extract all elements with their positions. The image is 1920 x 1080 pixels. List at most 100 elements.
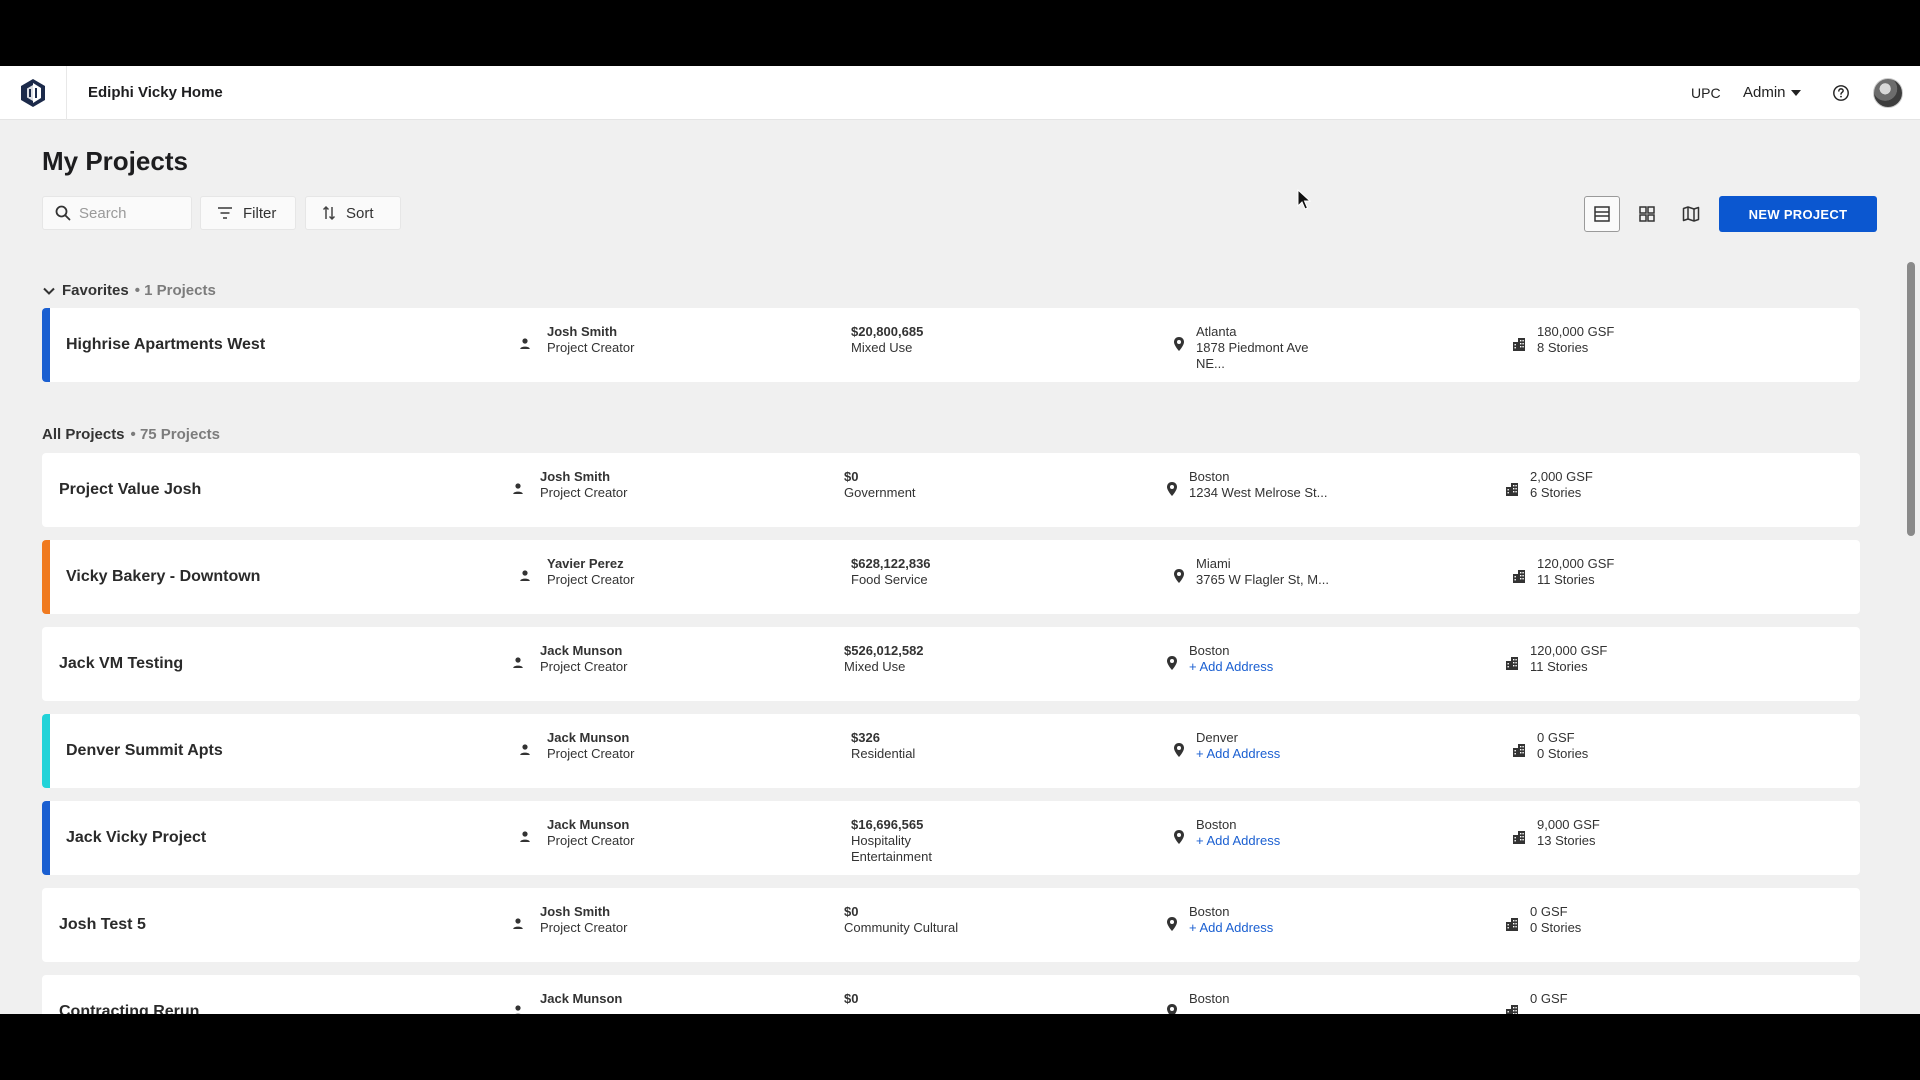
location-city: Boston [1189,904,1230,919]
size-stories: 11 Stories [1537,572,1595,587]
project-name[interactable]: Denver Summit Apts [66,742,223,760]
size-gsf: 2,000 GSF [1530,469,1593,484]
filter-label: Filter [243,204,277,222]
chevron-down-icon[interactable] [42,284,56,298]
location-city: Boston [1196,817,1237,832]
search-box[interactable] [42,196,192,230]
project-row[interactable]: Highrise Apartments West Josh Smith Proj… [42,308,1860,382]
location-address: 1878 Piedmont Ave [1196,340,1309,355]
size-gsf: 120,000 GSF [1530,643,1608,658]
location-pin-icon [1174,337,1184,351]
creator-role: Project Creator [540,485,628,500]
value-amount: $326 [851,730,880,745]
help-icon[interactable] [1832,84,1850,102]
grid-view-button[interactable] [1629,196,1665,232]
all-projects-count: • 75 Projects [130,426,220,443]
logo-icon[interactable] [17,77,49,109]
project-row[interactable]: Jack VM Testing Jack Munson Project Crea… [42,627,1860,701]
project-creator: Jack Munson Project Creator [540,643,627,675]
size-stories: 0 Stories [1530,920,1582,935]
scrollbar-thumb[interactable] [1907,262,1915,536]
value-amount: $526,012,582 [844,643,924,658]
location-city: Boston [1189,991,1230,1006]
location-address-2: NE... [1196,356,1225,371]
project-value: $0 Government [844,469,916,501]
project-size: 2,000 GSF 6 Stories [1530,469,1593,501]
location-pin-icon [1167,656,1177,670]
person-icon [520,831,530,842]
project-creator: Jack Munson Project Creator [547,730,634,762]
size-stories: 6 Stories [1530,485,1582,500]
person-icon [513,483,523,494]
project-name[interactable]: Contracting Rerun [59,1003,199,1014]
project-name[interactable]: Jack Vicky Project [66,829,206,847]
size-stories: 11 Stories [1530,659,1588,674]
creator-name: Jack Munson [547,817,630,832]
size-gsf: 180,000 GSF [1537,324,1615,339]
project-creator: Yavier Perez Project Creator [547,556,634,588]
project-location: Boston 1234 West Melrose St... [1189,469,1328,501]
org-label[interactable]: UPC [1691,85,1721,101]
project-name[interactable]: Josh Test 5 [59,916,146,934]
sort-button[interactable]: Sort [305,196,401,230]
letterbox-top [0,0,1920,66]
add-address-link[interactable]: + Add Address [1196,746,1280,762]
project-value: $0 Community Cultural [844,904,958,936]
creator-name: Josh Smith [547,324,618,339]
favorites-header[interactable]: Favorites • 1 Projects [42,282,216,299]
add-address-link[interactable]: + Add Address [1189,920,1273,936]
value-amount: $16,696,565 [851,817,924,832]
value-type-2: Entertainment [851,849,932,864]
creator-name: Josh Smith [540,469,611,484]
app-window: Ediphi Vicky Home UPC Admin My Projects … [0,66,1920,1014]
app-title[interactable]: Ediphi Vicky Home [88,84,223,101]
project-value: $20,800,685 Mixed Use [851,324,923,356]
project-row[interactable]: Contracting Rerun Jack Munson $0 Boston [42,975,1860,1014]
row-accent-bar [42,801,50,875]
add-address-link[interactable]: + Add Address [1196,833,1280,849]
top-bar: Ediphi Vicky Home UPC Admin [0,66,1920,120]
project-name[interactable]: Project Value Josh [59,481,201,499]
size-stories: 0 Stories [1537,746,1589,761]
role-dropdown[interactable]: Admin [1743,84,1801,101]
project-name[interactable]: Highrise Apartments West [66,336,265,354]
project-name[interactable]: Vicky Bakery - Downtown [66,568,260,586]
project-row[interactable]: Denver Summit Apts Jack Munson Project C… [42,714,1860,788]
location-city: Atlanta [1196,324,1237,339]
person-icon [513,657,523,668]
new-project-button[interactable]: NEW PROJECT [1719,196,1877,232]
project-name[interactable]: Jack VM Testing [59,655,183,673]
add-address-link[interactable]: + Add Address [1189,659,1273,675]
building-icon [1513,338,1525,351]
project-size: 0 GSF 0 Stories [1530,904,1581,936]
size-gsf: 0 GSF [1530,904,1568,919]
favorites-label: Favorites [62,282,129,299]
value-type: Mixed Use [851,340,913,355]
filter-button[interactable]: Filter [200,196,296,230]
value-type: Food Service [851,572,928,587]
project-row[interactable]: Vicky Bakery - Downtown Yavier Perez Pro… [42,540,1860,614]
building-icon [1506,483,1518,496]
project-value: $526,012,582 Mixed Use [844,643,924,675]
value-amount: $628,122,836 [851,556,931,571]
project-row[interactable]: Josh Test 5 Josh Smith Project Creator $… [42,888,1860,962]
person-icon [520,744,530,755]
search-input[interactable] [79,204,179,222]
project-value: $628,122,836 Food Service [851,556,931,588]
size-gsf: 0 GSF [1530,991,1568,1006]
project-row[interactable]: Project Value Josh Josh Smith Project Cr… [42,453,1860,527]
location-city: Miami [1196,556,1231,571]
user-avatar[interactable] [1873,78,1903,108]
list-view-button[interactable] [1584,196,1620,232]
project-size: 9,000 GSF 13 Stories [1537,817,1600,849]
creator-name: Yavier Perez [547,556,624,571]
favorites-count: • 1 Projects [134,282,216,299]
size-stories: 8 Stories [1537,340,1589,355]
project-row[interactable]: Jack Vicky Project Jack Munson Project C… [42,801,1860,875]
map-view-button[interactable] [1673,196,1709,232]
row-accent-bar [42,308,50,382]
location-address: 1234 West Melrose St... [1189,485,1328,500]
creator-role: Project Creator [540,659,628,674]
value-type: Hospitality [851,833,911,848]
project-location: Boston [1189,991,1229,1007]
